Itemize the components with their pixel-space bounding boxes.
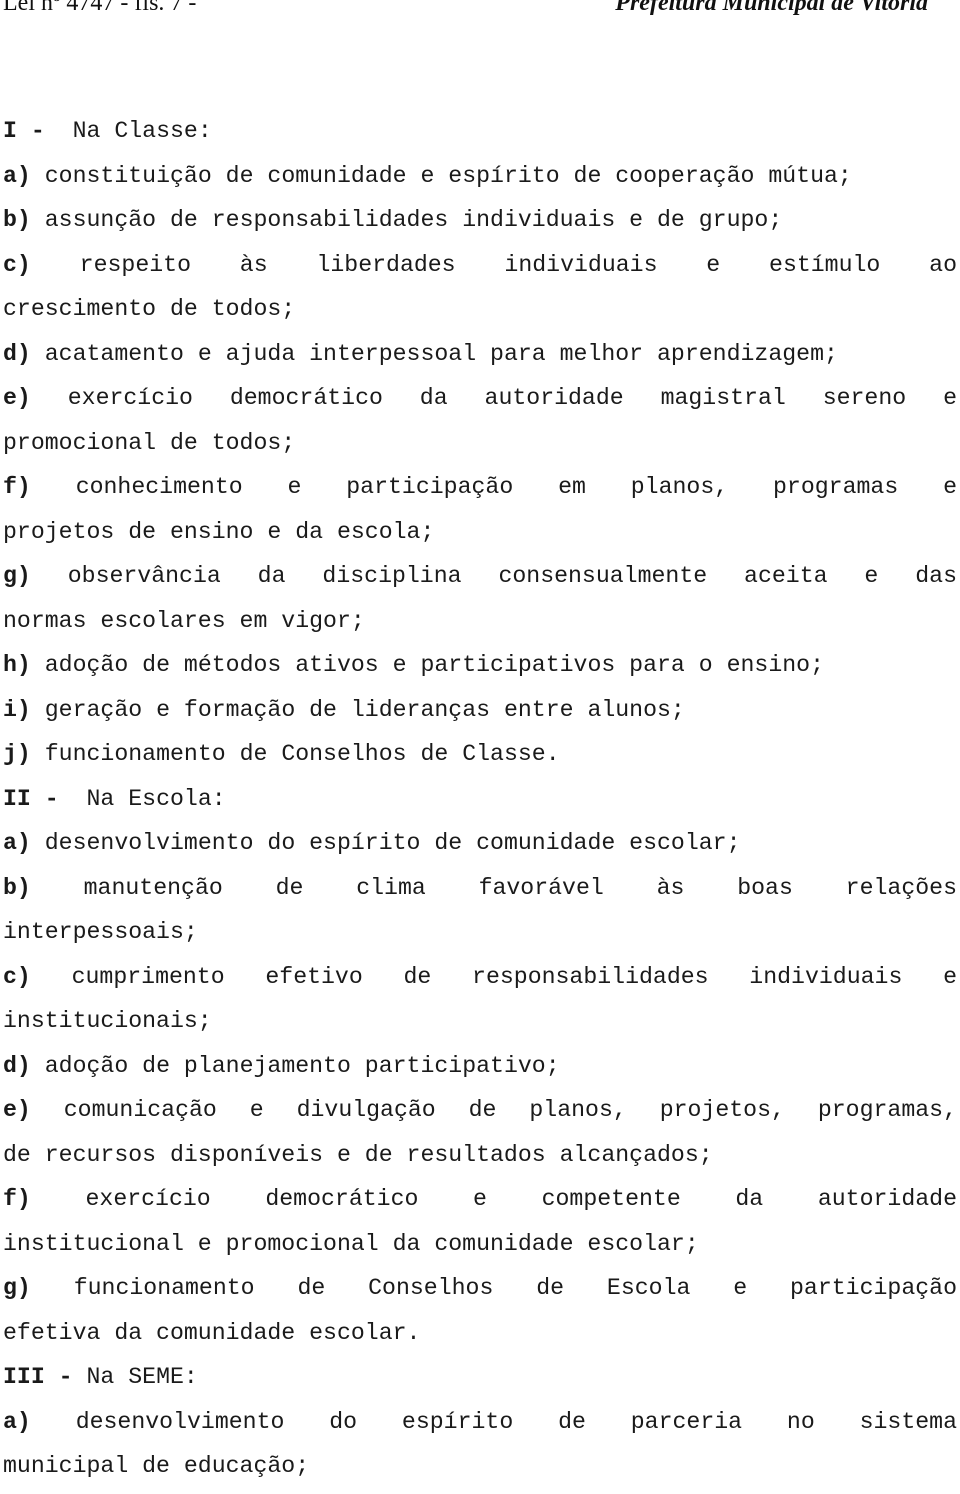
list-item: f) exercício democrático e competente da… xyxy=(3,1182,957,1227)
item-text: exercício democrático da autoridade magi… xyxy=(67,385,957,411)
item-text: adoção de planejamento participativo; xyxy=(44,1052,560,1079)
list-item: e) comunicação e divulgação de planos, p… xyxy=(3,1093,957,1138)
list-item-continuation: projetos de ensino e da escola; xyxy=(3,518,435,545)
list-item: e) exercício democrático da autoridade m… xyxy=(3,381,957,426)
list-item: i) geração e formação de lideranças entr… xyxy=(3,693,957,738)
item-label: d) xyxy=(3,340,31,367)
list-item: d) adoção de planejamento participativo; xyxy=(3,1049,957,1094)
document-body: I - Na Classe: a) constituição de comuni… xyxy=(3,114,957,1494)
page-header: Lei nº 4747 - fls. 7 - Prefeitura Munici… xyxy=(0,0,960,18)
list-item: g) funcionamento de Conselhos de Escola … xyxy=(3,1271,957,1316)
section-numeral: III - xyxy=(3,1364,73,1390)
item-text: adoção de métodos ativos e participativo… xyxy=(44,652,824,678)
list-item: g) observância da disciplina consensualm… xyxy=(3,559,957,604)
list-item-continuation: efetiva da comunidade escolar. xyxy=(3,1319,421,1346)
list-item-continuation: interpessoais; xyxy=(3,919,198,945)
item-text: exercício democrático e competente da au… xyxy=(85,1186,957,1212)
item-label: a) xyxy=(3,830,31,856)
item-label: i) xyxy=(3,696,31,723)
item-text: funcionamento de Conselhos de Escola e p… xyxy=(73,1275,957,1301)
list-item: h) adoção de métodos ativos e participat… xyxy=(3,648,957,693)
item-text: acatamento e ajuda interpessoal para mel… xyxy=(44,340,838,367)
item-label: f) xyxy=(3,474,31,500)
section-numeral: II - xyxy=(3,785,59,812)
list-item: a) constituição de comunidade e espírito… xyxy=(3,159,957,204)
item-label: c) xyxy=(3,963,31,990)
item-label: a) xyxy=(3,162,31,189)
item-label: e) xyxy=(3,385,31,411)
item-text: observância da disciplina consensualment… xyxy=(67,563,957,589)
item-text: constituição de comunidade e espírito de… xyxy=(44,162,852,189)
list-item: c) respeito às liberdades individuais e … xyxy=(3,248,957,293)
section-title: Na Classe: xyxy=(72,118,212,144)
item-text: funcionamento de Conselhos de Classe. xyxy=(44,741,560,767)
item-label: g) xyxy=(3,1275,31,1301)
list-item-continuation: crescimento de todos; xyxy=(3,296,296,322)
list-item: b) manutenção de clima favorável às boas… xyxy=(3,871,957,916)
item-text: desenvolvimento do espírito de parceria … xyxy=(75,1408,957,1435)
item-text: conhecimento e participação em planos, p… xyxy=(75,474,957,500)
list-item-continuation: promocional de todos; xyxy=(3,429,296,456)
item-label: h) xyxy=(3,652,31,678)
section-title: Na SEME: xyxy=(86,1364,198,1390)
section-heading: II - Na Escola: xyxy=(3,782,957,827)
list-item: a) desenvolvimento do espírito de comuni… xyxy=(3,826,957,871)
item-label: b) xyxy=(3,874,31,901)
list-item: b) assunção de responsabilidades individ… xyxy=(3,203,957,248)
item-label: d) xyxy=(3,1052,31,1079)
list-item-continuation: normas escolares em vigor; xyxy=(3,607,365,634)
list-item: c) cumprimento efetivo de responsabilida… xyxy=(3,960,957,1005)
item-label: e) xyxy=(3,1097,31,1123)
list-item-continuation: institucionais; xyxy=(3,1008,212,1034)
item-text: assunção de responsabilidades individuai… xyxy=(44,207,783,233)
item-label: b) xyxy=(3,207,31,233)
law-page-reference: Lei nº 4747 - fls. 7 - xyxy=(3,0,197,16)
item-text: comunicação e divulgação de planos, proj… xyxy=(63,1097,957,1123)
item-label: f) xyxy=(3,1186,31,1212)
list-item: j) funcionamento de Conselhos de Classe. xyxy=(3,737,957,782)
item-label: a) xyxy=(3,1408,31,1435)
item-label: c) xyxy=(3,251,31,278)
item-text: cumprimento efetivo de responsabilidades… xyxy=(71,963,957,990)
list-item: d) acatamento e ajuda interpessoal para … xyxy=(3,337,957,382)
section-title: Na Escola: xyxy=(86,785,226,812)
item-text: manutenção de clima favorável às boas re… xyxy=(83,874,957,901)
list-item-continuation: institucional e promocional da comunidad… xyxy=(3,1230,699,1257)
list-item-continuation: de recursos disponíveis e de resultados … xyxy=(3,1141,713,1168)
item-label: j) xyxy=(3,741,31,767)
item-text: respeito às liberdades individuais e est… xyxy=(79,251,957,278)
municipality-name: Prefeitura Municipal de Vitória xyxy=(615,0,928,16)
list-item-continuation: municipal de educação; xyxy=(3,1453,310,1479)
section-heading: I - Na Classe: xyxy=(3,114,957,159)
item-text: geração e formação de lideranças entre a… xyxy=(44,696,685,723)
item-label: g) xyxy=(3,563,31,589)
list-item: f) conhecimento e participação em planos… xyxy=(3,470,957,515)
section-numeral: I - xyxy=(3,118,45,144)
list-item: a) desenvolvimento do espírito de parcer… xyxy=(3,1405,957,1450)
section-heading: III - Na SEME: xyxy=(3,1360,957,1405)
item-text: desenvolvimento do espírito de comunidad… xyxy=(44,830,741,856)
